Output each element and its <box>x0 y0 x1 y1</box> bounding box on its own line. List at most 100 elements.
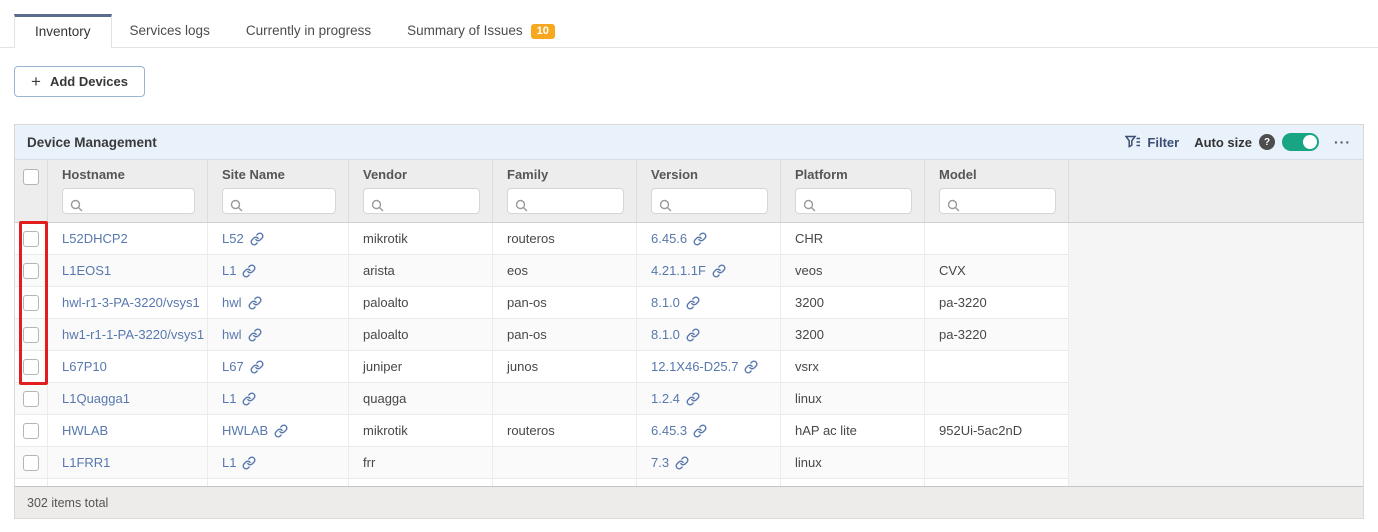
column-model: Model <box>925 160 1069 222</box>
help-icon[interactable]: ? <box>1259 134 1275 150</box>
link-icon <box>248 296 262 310</box>
autosize-toggle[interactable] <box>1282 133 1319 151</box>
version-link[interactable]: 6.45.6 <box>651 231 707 246</box>
version-link[interactable]: 8.1.0 <box>651 295 700 310</box>
family-cell: routeros <box>493 415 637 447</box>
link-icon <box>693 424 707 438</box>
row-filler <box>1069 255 1363 287</box>
version-link[interactable]: 1.2.4 <box>651 391 700 406</box>
row-checkbox[interactable] <box>23 423 39 439</box>
column-platform: Platform <box>781 160 925 222</box>
hostname-link[interactable]: L1FRR1 <box>62 455 110 470</box>
search-icon <box>371 199 384 212</box>
model-cell <box>925 223 1069 255</box>
row-checkbox[interactable] <box>23 391 39 407</box>
hostname-link[interactable]: L1Quagga1 <box>62 391 130 406</box>
platform-cell: 3200 <box>781 319 925 351</box>
table-footer: 302 items total <box>15 486 1363 518</box>
table-body: L52DHCP2 L52 mikrotik routeros 6.45.6 CH… <box>15 223 1363 479</box>
site-link[interactable]: L52 <box>222 231 264 246</box>
hostname-link[interactable]: L67P10 <box>62 359 107 374</box>
platform-cell: CHR <box>781 223 925 255</box>
add-devices-button[interactable]: + Add Devices <box>14 66 145 97</box>
site-link[interactable]: L67 <box>222 359 264 374</box>
link-icon <box>712 264 726 278</box>
link-icon <box>250 360 264 374</box>
version-link[interactable]: 7.3 <box>651 455 689 470</box>
site-link[interactable]: hwl <box>222 327 262 342</box>
table-row: L1Quagga1 L1 quagga 1.2.4 linux <box>15 383 1363 415</box>
table-row: L67P10 L67 juniper junos 12.1X46-D25.7 v… <box>15 351 1363 383</box>
site-link[interactable]: L1 <box>222 263 256 278</box>
search-icon <box>230 199 243 212</box>
column-vendor: Vendor <box>349 160 493 222</box>
version-link[interactable]: 6.45.3 <box>651 423 707 438</box>
link-icon <box>250 232 264 246</box>
tab-bar: Inventory Services logs Currently in pro… <box>0 0 1378 48</box>
row-filler <box>1069 383 1363 415</box>
site-link[interactable]: L1 <box>222 455 256 470</box>
platform-cell: veos <box>781 255 925 287</box>
hostname-link[interactable]: L1EOS1 <box>62 263 111 278</box>
tab-services-logs[interactable]: Services logs <box>112 14 228 48</box>
table-row: HWLAB HWLAB mikrotik routeros 6.45.3 hAP… <box>15 415 1363 447</box>
hostname-link[interactable]: hw1-r1-1-PA-3220/vsys1 <box>62 327 204 342</box>
version-link[interactable]: 8.1.0 <box>651 327 700 342</box>
family-cell: pan-os <box>493 287 637 319</box>
search-icon <box>70 199 83 212</box>
site-link[interactable]: L1 <box>222 391 256 406</box>
link-icon <box>744 360 758 374</box>
version-link[interactable]: 4.21.1.1F <box>651 263 726 278</box>
hostname-link[interactable]: HWLAB <box>62 423 108 438</box>
search-icon <box>803 199 816 212</box>
column-site-name: Site Name <box>208 160 349 222</box>
vendor-cell: paloalto <box>349 287 493 319</box>
row-checkbox[interactable] <box>23 231 39 247</box>
family-cell: pan-os <box>493 319 637 351</box>
hostname-link[interactable]: hwl-r1-3-PA-3220/vsys1 <box>62 295 200 310</box>
column-family: Family <box>493 160 637 222</box>
platform-cell: linux <box>781 447 925 479</box>
tab-currently-in-progress[interactable]: Currently in progress <box>228 14 389 48</box>
platform-cell: vsrx <box>781 351 925 383</box>
header-filler <box>1069 160 1363 222</box>
family-cell: routeros <box>493 223 637 255</box>
tab-inventory[interactable]: Inventory <box>14 14 112 48</box>
device-management-panel: Device Management Filter Auto size ? ···… <box>14 124 1364 519</box>
model-cell <box>925 447 1069 479</box>
model-cell: pa-3220 <box>925 287 1069 319</box>
panel-header: Device Management Filter Auto size ? ··· <box>15 125 1363 160</box>
vendor-cell: quagga <box>349 383 493 415</box>
column-version: Version <box>637 160 781 222</box>
table-row: L1EOS1 L1 arista eos 4.21.1.1F veos CVX <box>15 255 1363 287</box>
link-icon <box>693 232 707 246</box>
filter-icon <box>1125 135 1141 149</box>
row-checkbox[interactable] <box>23 455 39 471</box>
select-all-checkbox[interactable] <box>23 169 39 185</box>
family-cell: eos <box>493 255 637 287</box>
site-link[interactable]: HWLAB <box>222 423 288 438</box>
family-cell <box>493 383 637 415</box>
device-table: Hostname Site Name Vendor <box>15 160 1363 486</box>
row-checkbox[interactable] <box>23 359 39 375</box>
row-filler <box>1069 415 1363 447</box>
link-icon <box>686 392 700 406</box>
vendor-cell: mikrotik <box>349 415 493 447</box>
search-icon <box>515 199 528 212</box>
version-link[interactable]: 12.1X46-D25.7 <box>651 359 758 374</box>
link-icon <box>686 328 700 342</box>
more-menu-button[interactable]: ··· <box>1334 134 1351 150</box>
filter-button[interactable]: Filter <box>1125 135 1179 150</box>
tab-summary-of-issues[interactable]: Summary of Issues10 <box>389 14 573 48</box>
table-row: L1FRR1 L1 frr 7.3 linux <box>15 447 1363 479</box>
site-link[interactable]: hwl <box>222 295 262 310</box>
model-cell <box>925 351 1069 383</box>
row-filler <box>1069 223 1363 255</box>
row-checkbox[interactable] <box>23 295 39 311</box>
search-icon <box>947 199 960 212</box>
row-filler <box>1069 319 1363 351</box>
hostname-link[interactable]: L52DHCP2 <box>62 231 128 246</box>
row-checkbox[interactable] <box>23 263 39 279</box>
search-icon <box>659 199 672 212</box>
row-checkbox[interactable] <box>23 327 39 343</box>
